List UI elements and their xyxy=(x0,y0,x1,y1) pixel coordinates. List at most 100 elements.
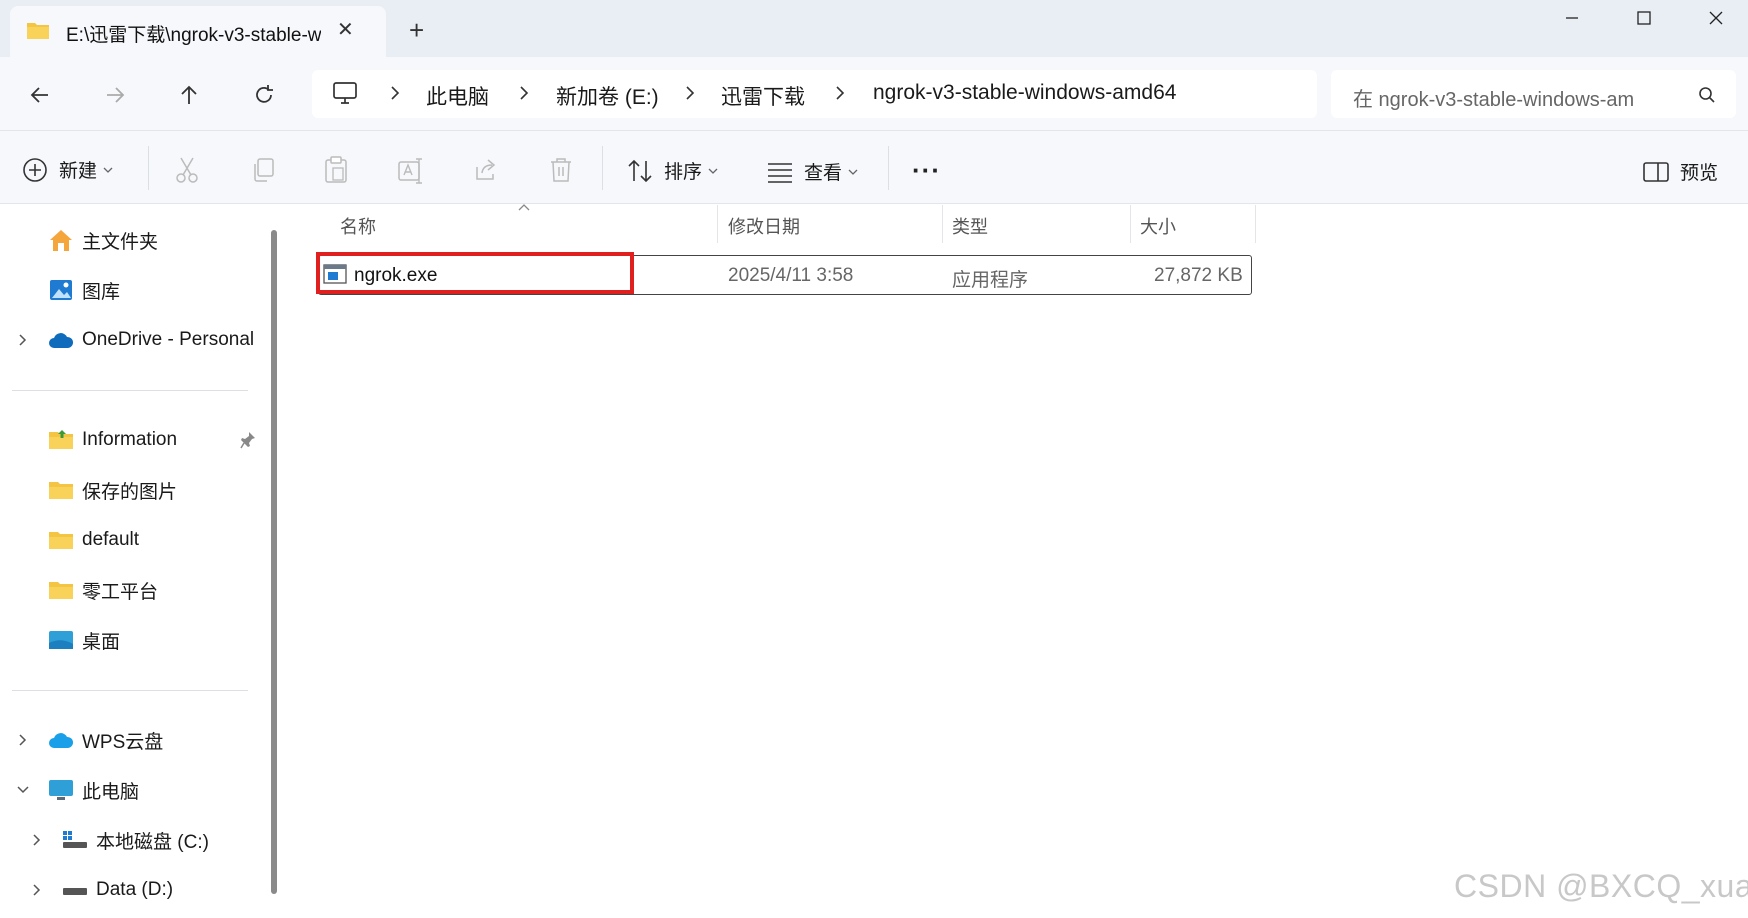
sidebar-scrollbar[interactable] xyxy=(271,230,277,894)
sidebar-item-saved-pictures[interactable]: 保存的图片 xyxy=(48,470,177,510)
new-label: 新建 xyxy=(59,161,98,182)
onedrive-icon xyxy=(48,330,74,350)
home-icon xyxy=(48,228,74,252)
chevron-right-icon xyxy=(389,85,401,101)
sidebar-item-desktop[interactable]: 桌面 xyxy=(48,620,120,660)
view-button[interactable]: 查看 xyxy=(767,158,858,185)
new-button[interactable]: 新建 xyxy=(22,156,113,183)
chevron-right-icon xyxy=(518,85,530,101)
computer-icon xyxy=(332,81,358,105)
chevron-down-icon xyxy=(708,167,718,175)
column-header-name[interactable]: 名称 xyxy=(340,213,376,239)
sidebar-item-gallery[interactable]: 图库 xyxy=(48,270,120,310)
toolbar-divider xyxy=(888,146,889,190)
sidebar-item-home[interactable]: 主文件夹 xyxy=(48,220,158,260)
search-input[interactable]: 在 ngrok-v3-stable-windows-am xyxy=(1353,83,1634,112)
breadcrumb-this-pc[interactable]: 此电脑 xyxy=(426,81,489,111)
column-header-size[interactable]: 大小 xyxy=(1140,213,1176,239)
chevron-down-icon[interactable] xyxy=(16,785,30,795)
preview-button[interactable]: 预览 xyxy=(1643,158,1718,185)
chevron-right-icon[interactable] xyxy=(18,733,28,747)
sidebar-item-default[interactable]: default xyxy=(48,520,139,560)
sidebar-item-label: 此电脑 xyxy=(82,781,140,803)
close-button[interactable] xyxy=(1680,0,1748,36)
column-divider[interactable] xyxy=(942,205,943,243)
drive-icon xyxy=(62,880,88,900)
file-type: 应用程序 xyxy=(952,270,1029,291)
sidebar-item-wps-cloud[interactable]: WPS云盘 xyxy=(48,720,163,760)
column-divider[interactable] xyxy=(1130,205,1131,243)
sidebar-item-gig-platform[interactable]: 零工平台 xyxy=(48,570,158,610)
sort-label: 排序 xyxy=(664,162,703,183)
paste-icon[interactable] xyxy=(323,156,349,184)
folder-icon xyxy=(48,579,74,601)
delete-icon[interactable] xyxy=(549,157,573,183)
sidebar-item-drive-c[interactable]: 本地磁盘 (C:) xyxy=(62,820,209,860)
sidebar-item-label: 本地磁盘 (C:) xyxy=(96,831,209,853)
sidebar-item-label: 保存的图片 xyxy=(82,481,178,503)
this-pc-icon xyxy=(48,778,74,802)
sidebar-item-label: 图库 xyxy=(82,281,121,303)
chevron-right-icon xyxy=(684,85,696,101)
breadcrumb-drive-e[interactable]: 新加卷 (E:) xyxy=(556,81,659,111)
sidebar-divider xyxy=(12,690,248,691)
chevron-right-icon[interactable] xyxy=(32,883,42,897)
desktop-icon xyxy=(48,629,74,651)
breadcrumb-xunlei[interactable]: 迅雷下载 xyxy=(721,81,805,111)
folder-icon xyxy=(48,429,74,451)
sort-button[interactable]: 排序 xyxy=(627,157,718,184)
highlight-box xyxy=(316,252,634,294)
copy-icon[interactable] xyxy=(250,157,276,183)
minimize-button[interactable] xyxy=(1536,0,1608,36)
sidebar-item-information[interactable]: Information xyxy=(48,420,177,460)
drive-icon xyxy=(62,830,88,850)
column-divider[interactable] xyxy=(1255,205,1256,243)
sidebar-item-label: WPS云盘 xyxy=(82,731,164,753)
back-button[interactable] xyxy=(21,76,59,114)
refresh-button[interactable] xyxy=(245,76,283,114)
pin-icon xyxy=(240,431,256,449)
sidebar-item-label: 主文件夹 xyxy=(82,231,159,253)
sidebar-item-label: 桌面 xyxy=(82,631,121,653)
column-header-modified[interactable]: 修改日期 xyxy=(728,213,800,239)
tab-title: E:\迅雷下载\ngrok-v3-stable-w xyxy=(66,25,321,46)
toolbar-divider xyxy=(148,146,149,190)
share-icon[interactable] xyxy=(473,157,499,183)
new-tab-button[interactable]: + xyxy=(409,15,424,46)
file-modified: 2025/4/11 3:58 xyxy=(728,265,854,286)
more-options-button[interactable]: ··· xyxy=(912,155,941,186)
up-button[interactable] xyxy=(170,76,208,114)
sidebar-divider xyxy=(12,390,248,391)
forward-button[interactable] xyxy=(96,76,134,114)
preview-label: 预览 xyxy=(1680,163,1719,184)
plus-circle-icon xyxy=(22,157,48,183)
sidebar-item-onedrive[interactable]: OneDrive - Personal xyxy=(48,320,254,360)
sidebar-item-this-pc[interactable]: 此电脑 xyxy=(48,770,139,810)
chevron-down-icon xyxy=(848,168,858,176)
sidebar-item-label: OneDrive - Personal xyxy=(82,329,255,350)
folder-icon xyxy=(26,20,50,40)
sidebar-item-label: 零工平台 xyxy=(82,581,159,603)
wps-cloud-icon xyxy=(48,730,74,750)
maximize-button[interactable] xyxy=(1608,0,1680,36)
tab-close-button[interactable]: ✕ xyxy=(337,17,354,42)
gallery-icon xyxy=(48,278,74,302)
chevron-right-icon[interactable] xyxy=(18,333,28,347)
sidebar-item-drive-d[interactable]: Data (D:) xyxy=(62,870,173,910)
column-header-type[interactable]: 类型 xyxy=(952,213,988,239)
sidebar-item-label: Information xyxy=(82,429,178,450)
watermark: CSDN @BXCQ_xuan xyxy=(1454,868,1748,904)
sort-icon xyxy=(627,159,653,183)
navigation-pane xyxy=(0,204,288,918)
chevron-right-icon[interactable] xyxy=(32,833,42,847)
rename-icon[interactable] xyxy=(397,156,425,184)
chevron-down-icon xyxy=(103,166,113,174)
cut-icon[interactable] xyxy=(174,156,200,184)
sidebar-item-label: default xyxy=(82,529,140,550)
column-divider[interactable] xyxy=(717,205,718,243)
folder-icon xyxy=(48,479,74,501)
search-icon[interactable] xyxy=(1698,86,1716,104)
view-list-icon xyxy=(767,161,793,183)
sort-ascending-icon xyxy=(518,203,530,211)
breadcrumb-current-folder[interactable]: ngrok-v3-stable-windows-amd64 xyxy=(873,81,1176,105)
